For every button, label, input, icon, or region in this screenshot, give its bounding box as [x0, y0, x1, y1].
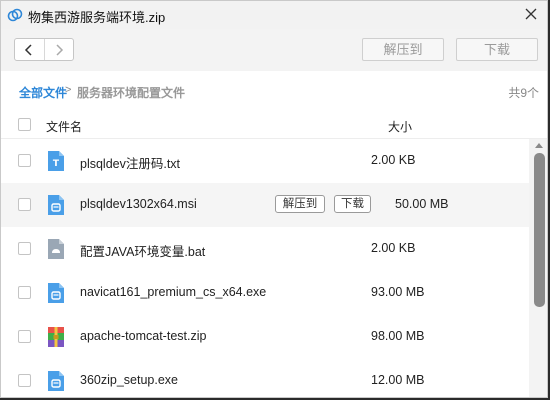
row-checkbox[interactable]	[18, 374, 31, 387]
row-download-button[interactable]: 下载	[334, 195, 371, 213]
column-header-size[interactable]: 大小	[388, 118, 412, 135]
batch-file-icon	[48, 239, 64, 259]
title-bar: 物集西游服务端环境.zip	[1, 1, 547, 29]
exe-file-icon	[48, 283, 64, 303]
archive-window: 物集西游服务端环境.zip 解压到 下载 全部文件 > 服务器环境配置文件 共9…	[0, 0, 548, 398]
breadcrumb-current-folder: 服务器环境配置文件	[77, 86, 186, 100]
select-all-checkbox[interactable]	[18, 118, 31, 131]
row-checkbox[interactable]	[18, 286, 31, 299]
zip-file-icon	[48, 327, 64, 347]
file-name: 配置JAVA环境变量.bat	[80, 245, 206, 259]
file-row[interactable]: apache-tomcat-test.zip 98.00 MB	[1, 315, 529, 359]
row-checkbox[interactable]	[18, 198, 31, 211]
scroll-up-arrow-icon[interactable]	[534, 141, 544, 149]
file-list: T plsqldev注册码.txt 2.00 KB plsqldev1302x6…	[1, 139, 547, 397]
row-extract-button[interactable]: 解压到	[275, 195, 325, 213]
breadcrumb-separator: >	[65, 84, 72, 96]
file-name: plsqldev1302x64.msi	[80, 197, 197, 211]
file-size: 98.00 MB	[371, 329, 425, 343]
column-header-name[interactable]: 文件名	[46, 118, 82, 135]
file-row[interactable]: 360zip_setup.exe 12.00 MB	[1, 359, 529, 397]
file-row[interactable]: plsqldev1302x64.msi 解压到 下载 50.00 MB	[1, 183, 529, 227]
file-size: 50.00 MB	[395, 197, 449, 211]
file-row[interactable]: 配置JAVA环境变量.bat 2.00 KB	[1, 227, 529, 271]
file-name: navicat161_premium_cs_x64.exe	[80, 285, 267, 299]
file-size: 2.00 KB	[371, 241, 416, 255]
back-button[interactable]	[15, 39, 44, 60]
file-name: 360zip_setup.exe	[80, 373, 178, 387]
exe-file-icon	[48, 371, 64, 391]
download-button[interactable]: 下载	[456, 38, 538, 61]
row-checkbox[interactable]	[18, 242, 31, 255]
row-checkbox[interactable]	[18, 330, 31, 343]
file-size: 12.00 MB	[371, 373, 425, 387]
forward-button[interactable]	[43, 39, 73, 60]
file-row[interactable]: navicat161_premium_cs_x64.exe 93.00 MB	[1, 271, 529, 315]
file-name: plsqldev注册码.txt	[80, 157, 181, 171]
file-name: apache-tomcat-test.zip	[80, 329, 207, 343]
chevron-right-icon	[56, 43, 64, 56]
svg-text:T: T	[53, 159, 60, 169]
text-file-icon: T	[48, 151, 64, 171]
file-size: 93.00 MB	[371, 285, 425, 299]
breadcrumb: 全部文件 > 服务器环境配置文件 共9个	[1, 71, 547, 111]
extract-to-button[interactable]: 解压到	[362, 38, 444, 61]
close-icon[interactable]	[523, 6, 539, 22]
breadcrumb-all-files[interactable]: 全部文件	[19, 84, 67, 101]
installer-file-icon	[48, 195, 64, 215]
scrollbar-thumb[interactable]	[534, 153, 545, 307]
row-checkbox[interactable]	[18, 154, 31, 167]
window-title: 物集西游服务端环境.zip	[28, 10, 166, 25]
file-count: 共9个	[508, 86, 539, 100]
list-header: 文件名 大小	[1, 111, 547, 139]
chevron-left-icon	[25, 43, 33, 56]
navigation-buttons	[14, 38, 74, 61]
archive-app-icon	[7, 8, 23, 22]
file-row[interactable]: T plsqldev注册码.txt 2.00 KB	[1, 139, 529, 183]
file-size: 2.00 KB	[371, 153, 416, 167]
toolbar: 解压到 下载	[1, 29, 547, 71]
